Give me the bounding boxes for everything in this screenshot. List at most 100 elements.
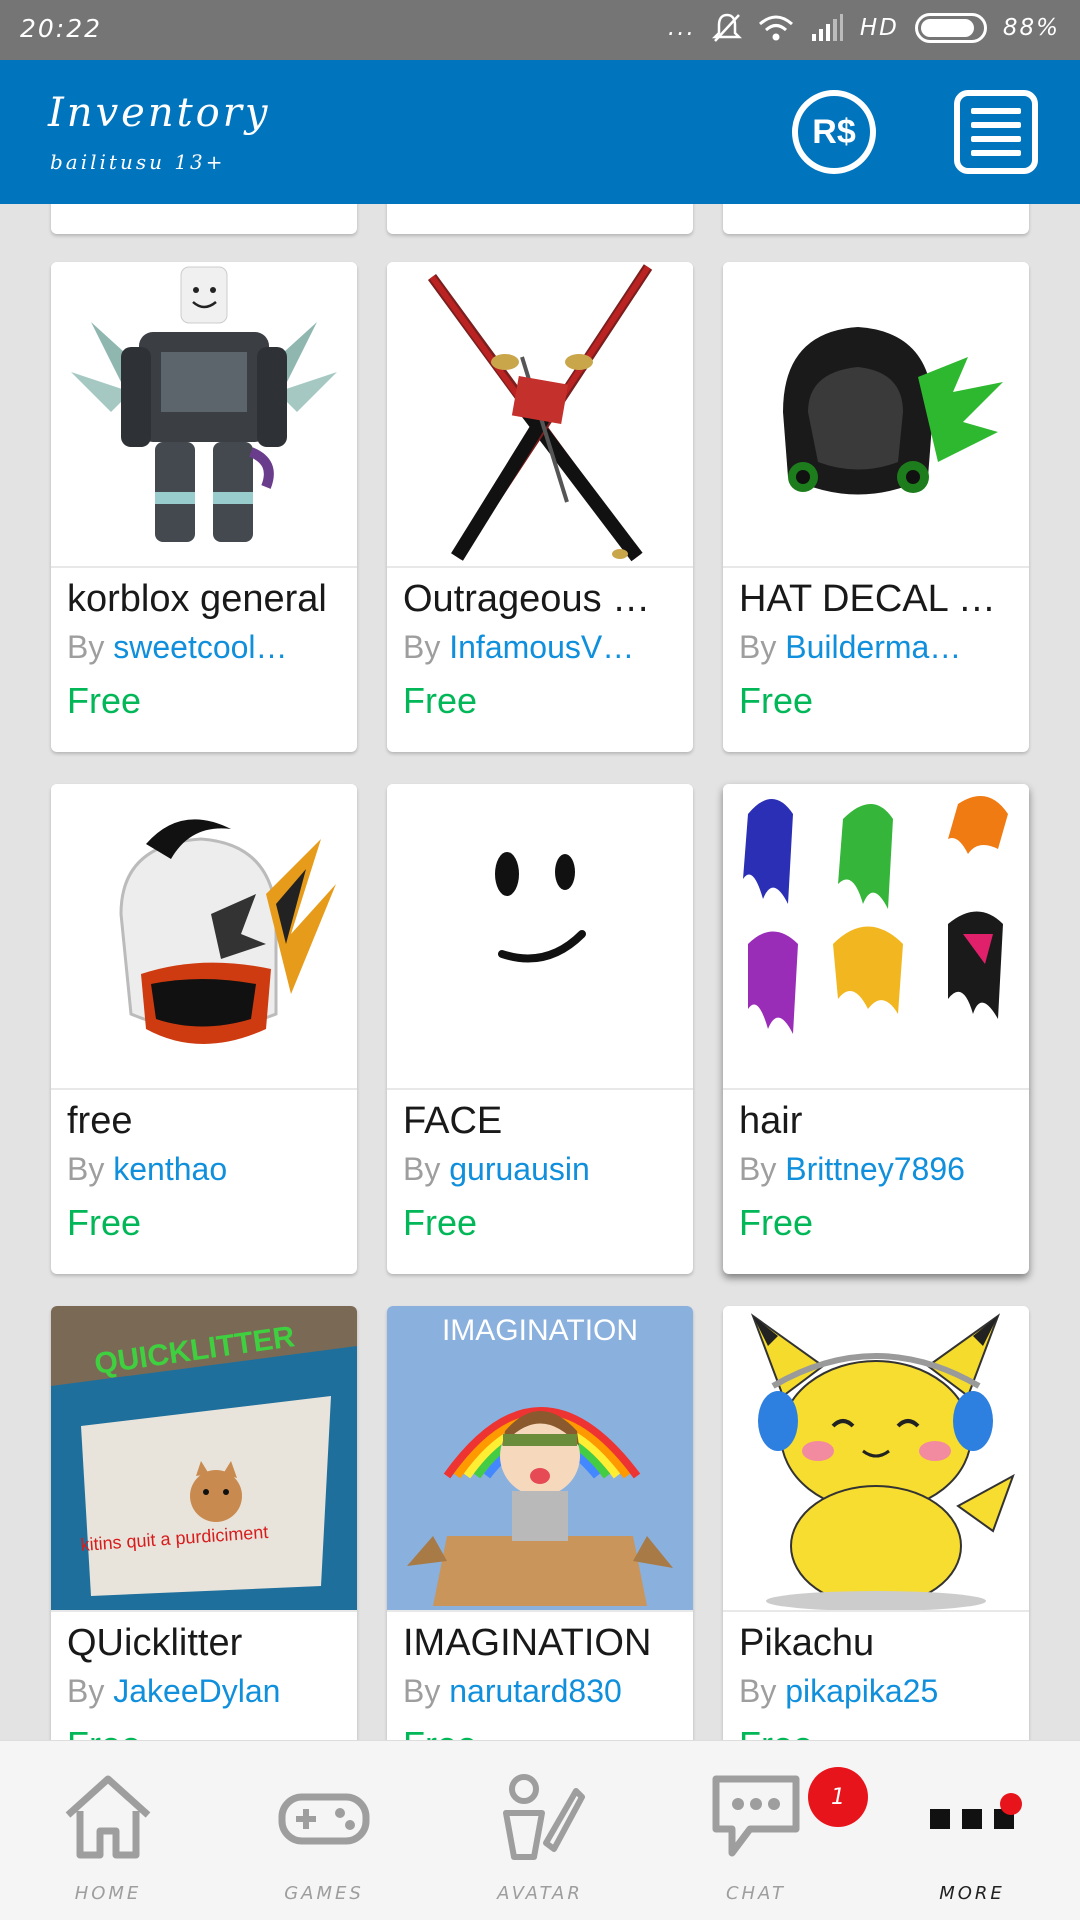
item-card[interactable]: korblox general By sweetcool… Free xyxy=(51,262,357,752)
status-time: 20:22 xyxy=(20,14,103,43)
item-card[interactable]: IMAGINATION IMAGINATION By narutard830 F… xyxy=(387,1306,693,1740)
status-bar: 20:22 ... HD 88% xyxy=(0,0,1080,60)
item-price: Free xyxy=(403,1724,677,1740)
svg-text:IMAGINATION: IMAGINATION xyxy=(442,1314,638,1347)
imagination-box-icon: IMAGINATION xyxy=(387,1306,693,1610)
creator-link[interactable]: guruausin xyxy=(449,1151,590,1187)
nav-label: HOME xyxy=(74,1883,142,1904)
nav-label: MORE xyxy=(939,1883,1005,1904)
partial-item-card[interactable] xyxy=(723,204,1029,234)
nav-label: CHAT xyxy=(725,1883,787,1904)
item-price: Free xyxy=(739,1202,814,1243)
item-price: Free xyxy=(67,1724,341,1740)
item-creator: By InfamousV… xyxy=(403,629,635,665)
item-thumbnail: IMAGINATION xyxy=(387,1306,693,1612)
nav-label: GAMES xyxy=(284,1883,364,1904)
item-price: Free xyxy=(67,1202,142,1243)
item-name[interactable]: korblox general xyxy=(67,578,341,621)
more-notification-dot xyxy=(1000,1793,1022,1815)
more-icon xyxy=(930,1809,1014,1829)
item-name[interactable]: hair xyxy=(739,1100,1013,1143)
nav-more[interactable]: MORE xyxy=(864,1741,1080,1920)
avatar-icon xyxy=(503,1774,585,1860)
item-card[interactable]: hair By Brittney7896 Free xyxy=(723,784,1029,1274)
item-creator: By JakeeDylan xyxy=(67,1673,281,1709)
more-dots: ... xyxy=(667,15,696,41)
item-price: Free xyxy=(403,680,478,721)
pikachu-icon xyxy=(750,1313,1015,1610)
item-name[interactable]: QUicklitter xyxy=(67,1622,341,1665)
creator-link[interactable]: InfamousV… xyxy=(449,629,634,665)
mask-helmet-icon xyxy=(119,819,336,1044)
robux-icon: R$ xyxy=(812,112,856,151)
item-thumbnail xyxy=(51,262,357,568)
creator-link[interactable]: Builderma… xyxy=(785,629,961,665)
inventory-grid[interactable]: korblox general By sweetcool… Free Outra… xyxy=(0,204,1080,1740)
item-price: Free xyxy=(67,680,142,721)
app-header: Inventory bailitusu 13+ R$ xyxy=(0,60,1080,204)
nav-games[interactable]: GAMES xyxy=(216,1741,432,1920)
item-thumbnail xyxy=(723,1306,1029,1612)
creator-link[interactable]: JakeeDylan xyxy=(113,1673,280,1709)
item-thumbnail xyxy=(723,262,1029,568)
item-card[interactable]: free By kenthao Free xyxy=(51,784,357,1274)
item-creator: By kenthao xyxy=(67,1151,228,1187)
item-thumbnail xyxy=(387,262,693,568)
creator-link[interactable]: Brittney7896 xyxy=(785,1151,965,1187)
chat-icon xyxy=(712,1775,800,1857)
wifi-icon xyxy=(758,14,794,42)
green-hood-icon xyxy=(783,327,1003,495)
item-name[interactable]: Pikachu xyxy=(739,1622,1013,1665)
bottom-nav: HOME GAMES AVATAR CHAT MORE xyxy=(0,1740,1080,1920)
item-card[interactable]: HAT DECAL 2… By Builderma… Free xyxy=(723,262,1029,752)
item-thumbnail xyxy=(723,784,1029,1090)
item-name[interactable]: IMAGINATION xyxy=(403,1622,677,1665)
item-thumbnail: QUICKLITTER kitins quit a purdiciment xyxy=(51,1306,357,1612)
item-card[interactable]: Pikachu By pikapika25 Free xyxy=(723,1306,1029,1740)
item-creator: By Brittney7896 xyxy=(739,1151,965,1187)
username-label: bailitusu 13+ xyxy=(50,150,226,174)
home-icon xyxy=(65,1775,151,1859)
smiley-face-icon xyxy=(495,852,586,963)
item-name[interactable]: Outrageous … xyxy=(403,578,677,621)
muted-bell-icon xyxy=(711,12,742,44)
item-creator: By guruausin xyxy=(403,1151,590,1187)
menu-line-icon xyxy=(971,150,1021,156)
battery-fill xyxy=(920,19,974,37)
item-name[interactable]: free xyxy=(67,1100,341,1143)
item-name[interactable]: FACE xyxy=(403,1100,677,1143)
armor-figure-icon xyxy=(71,266,337,542)
crossed-swords-icon xyxy=(427,264,653,562)
menu-line-icon xyxy=(971,136,1021,142)
chat-notification-badge: 1 xyxy=(808,1767,868,1827)
nav-avatar[interactable]: AVATAR xyxy=(432,1741,648,1920)
item-thumbnail xyxy=(51,784,357,1090)
item-name[interactable]: HAT DECAL 2… xyxy=(739,578,1013,621)
item-price: Free xyxy=(403,1202,478,1243)
item-price: Free xyxy=(739,680,814,721)
partial-item-card[interactable] xyxy=(51,204,357,234)
item-creator: By pikapika25 xyxy=(739,1673,939,1709)
partial-item-card[interactable] xyxy=(387,204,693,234)
network-type: HD xyxy=(859,15,899,41)
creator-link[interactable]: pikapika25 xyxy=(785,1673,938,1709)
item-card[interactable]: FACE By guruausin Free xyxy=(387,784,693,1274)
item-price: Free xyxy=(739,1724,1013,1740)
robux-button[interactable]: R$ xyxy=(792,90,876,174)
item-card[interactable]: Outrageous … By InfamousV… Free xyxy=(387,262,693,752)
item-creator: By sweetcool… xyxy=(67,629,288,665)
nav-label: AVATAR xyxy=(497,1883,583,1904)
creator-link[interactable]: sweetcool… xyxy=(113,629,287,665)
page-title: Inventory xyxy=(48,90,271,136)
item-thumbnail xyxy=(387,784,693,1090)
item-card[interactable]: QUICKLITTER kitins quit a purdiciment QU… xyxy=(51,1306,357,1740)
hair-set-icon xyxy=(743,796,1008,1034)
menu-line-icon xyxy=(971,108,1021,114)
status-icons: ... HD 88% xyxy=(668,12,1060,44)
creator-link[interactable]: kenthao xyxy=(113,1151,227,1187)
menu-button[interactable] xyxy=(954,90,1038,174)
nav-home[interactable]: HOME xyxy=(0,1741,216,1920)
cat-litter-icon: QUICKLITTER kitins quit a purdiciment xyxy=(51,1306,357,1610)
gamepad-icon xyxy=(278,1793,370,1845)
creator-link[interactable]: narutard830 xyxy=(449,1673,622,1709)
